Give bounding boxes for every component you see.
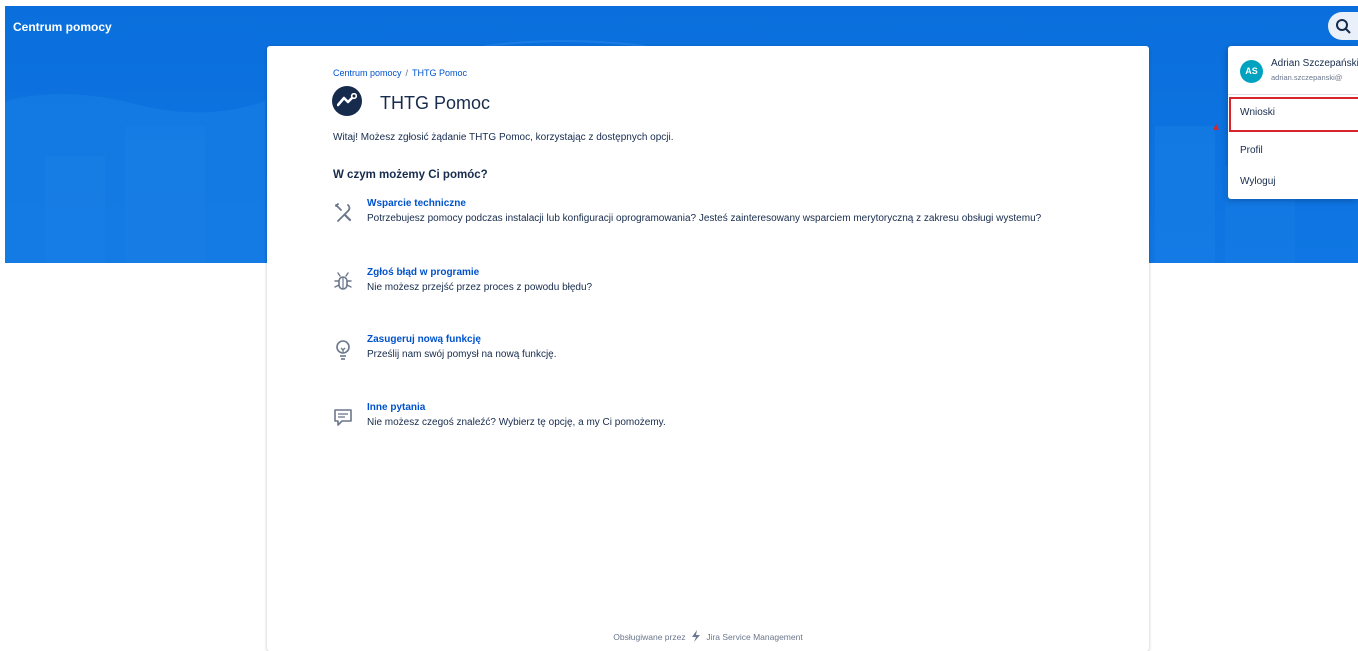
breadcrumb: Centrum pomocy / THTG Pomoc [333,68,467,78]
welcome-text: Witaj! Możesz zgłosić żądanie THTG Pomoc… [333,132,674,143]
menu-divider [1228,94,1358,95]
option-title[interactable]: Wsparcie techniczne [367,198,466,209]
page-title: THTG Pomoc [380,93,491,113]
highlight-annotation [1229,97,1358,132]
menu-item-logout[interactable]: Wyloguj [1228,172,1358,192]
request-type-technical-support[interactable]: Wsparcie techniczne Potrzebujesz pomocy … [333,198,1123,230]
menu-item-profile[interactable]: Profil [1228,141,1358,161]
request-type-suggest-feature[interactable]: Zasugeruj nową funkcję Prześlij nam swój… [333,334,1123,366]
option-title[interactable]: Zasugeruj nową funkcję [367,334,481,345]
lightbulb-icon [336,340,350,360]
footer: Obsługiwane przez Jira Service Managemen… [267,630,1149,642]
footer-prefix: Obsługiwane przez [613,632,686,642]
bug-icon [334,272,352,290]
footer-product-link[interactable]: Jira Service Management [706,632,802,642]
option-description: Potrzebujesz pomocy podczas instalacji l… [367,213,1042,224]
red-arrow-marker-icon: ▴ [1213,119,1220,133]
portal-card: Centrum pomocy / THTG Pomoc THTG Pomoc Wit… [267,46,1149,651]
breadcrumb-root-link[interactable]: Centrum pomocy [333,68,402,78]
option-title[interactable]: Inne pytania [367,402,425,413]
breadcrumb-current-link[interactable]: THTG Pomoc [412,68,467,78]
option-description: Prześlij nam swój pomysł na nową funkcję… [367,349,557,360]
help-center-title[interactable]: Centrum pomocy [13,20,112,34]
project-logo-icon [332,86,362,116]
search-icon [1336,19,1351,34]
user-name: Adrian Szczepański [1271,58,1358,69]
section-heading: W czym możemy Ci pomóc? [333,169,488,181]
breadcrumb-separator: / [405,68,409,78]
option-description: Nie możesz czegoś znaleźć? Wybierz tę op… [367,417,666,428]
user-email: adrian.szczepanski@ [1271,73,1343,82]
request-type-report-bug[interactable]: Zgłoś błąd w programie Nie możesz przejś… [333,267,1123,299]
option-title[interactable]: Zgłoś błąd w programie [367,267,479,278]
comment-icon [334,409,352,426]
search-button[interactable] [1328,12,1358,40]
avatar: AS [1240,60,1263,83]
option-description: Nie możesz przejść przez proces z powodu… [367,282,593,293]
tools-icon [335,203,352,222]
jira-lightning-icon [691,630,700,642]
request-type-other-questions[interactable]: Inne pytania Nie możesz czegoś znaleźć? … [333,402,1123,434]
